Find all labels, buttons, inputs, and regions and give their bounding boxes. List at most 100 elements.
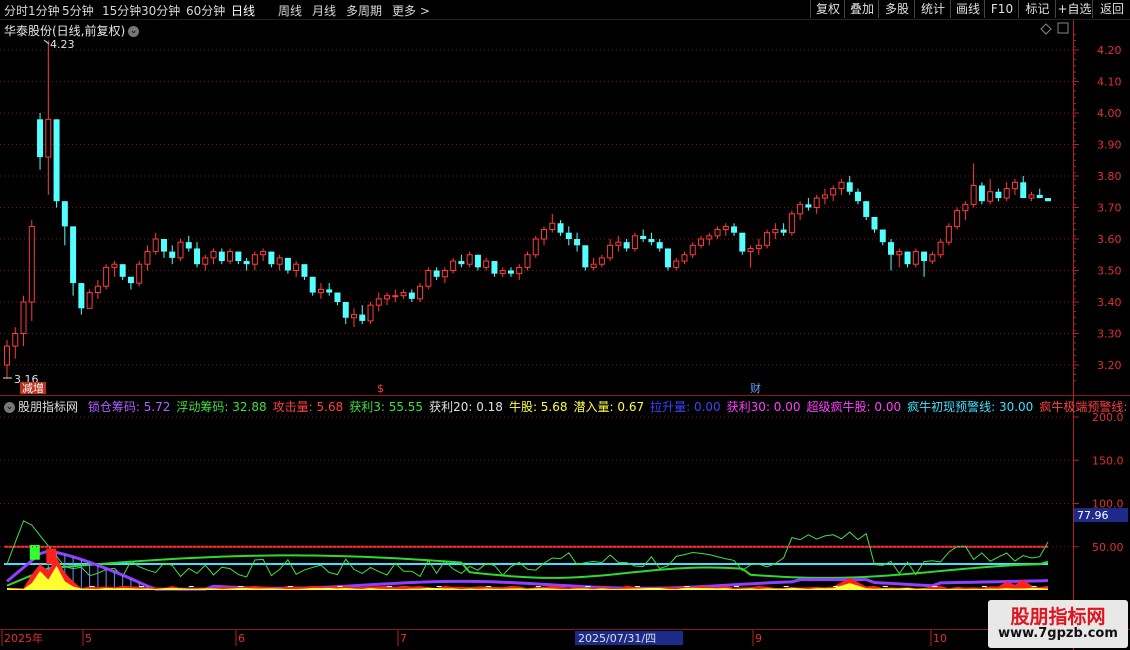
price-tick-label: 4.10 [1097, 76, 1122, 89]
candle-body [433, 270, 440, 277]
candle-body [507, 270, 514, 274]
candle-body [962, 203, 969, 212]
candle-body [491, 261, 498, 274]
candle-body [541, 229, 548, 240]
candle-body [788, 213, 795, 234]
candle-body [499, 270, 506, 275]
candle-body [698, 238, 704, 246]
indicator-item-7: 拉升量: 0.00 [650, 400, 721, 414]
price-tick-label: 3.20 [1097, 359, 1122, 372]
candle-body [954, 210, 961, 227]
candle-body [4, 345, 10, 366]
locked-chips-line [6, 549, 1049, 591]
candle-body [846, 182, 853, 192]
candle-body [722, 225, 729, 231]
candle-body [681, 254, 688, 262]
diamond-icon [1040, 23, 1052, 35]
time-label: 5 [85, 632, 92, 645]
candle-body [524, 254, 531, 268]
candle-body [28, 225, 35, 303]
indicator-item-4: 获利20: 0.18 [429, 400, 503, 414]
chevron-down-icon[interactable]: ⌄ [4, 402, 15, 413]
candle-body [854, 191, 861, 202]
ind-tick-label: 150.0 [1092, 454, 1124, 467]
watermark-url: www.7gpzb.com [998, 626, 1118, 641]
candle-body [648, 239, 655, 243]
candle-body [565, 232, 572, 239]
candle-body [664, 248, 671, 268]
candle-body [813, 197, 820, 209]
candle-body [731, 226, 738, 233]
candle-body [1045, 198, 1051, 202]
candle-body [326, 289, 333, 293]
candle-body [764, 232, 771, 246]
indicator-item-3: 获利3: 55.55 [349, 400, 424, 414]
candle-body [582, 245, 589, 268]
candle-body [863, 201, 870, 217]
candle-body [342, 302, 349, 318]
price-tick-label: 3.80 [1097, 170, 1122, 183]
candle-body [160, 239, 167, 252]
candle-body [458, 261, 465, 265]
candle-body [210, 251, 217, 259]
candle-body [317, 288, 324, 294]
candle-body [483, 260, 490, 268]
candle-body [194, 248, 201, 265]
candle-body [780, 229, 787, 233]
candle-body [351, 314, 357, 319]
current-value: 77.96 [1077, 509, 1109, 522]
candle-body [706, 235, 713, 240]
candle-body [995, 191, 1002, 199]
candle-body [276, 257, 283, 265]
event-mark-2: 财 [750, 381, 761, 395]
candle-body [243, 261, 250, 265]
candle-body [1020, 182, 1027, 199]
candle-body [1036, 194, 1043, 199]
candle-body [417, 285, 424, 300]
candle-body [251, 254, 258, 265]
candle-body [70, 226, 77, 284]
candle-body [78, 283, 85, 309]
candle-body [202, 257, 209, 265]
candle-body [392, 295, 399, 298]
candle-body [598, 257, 605, 265]
candle-body [284, 257, 291, 271]
candle-body [772, 229, 779, 234]
candle-body [623, 242, 630, 249]
candle-body [136, 263, 143, 284]
candle-body [1011, 181, 1018, 190]
candle-body [607, 244, 614, 259]
candle-body [218, 251, 225, 262]
watermark-title: 股朋指标网 [1010, 606, 1106, 628]
ind-tick-label: 50.00 [1092, 541, 1124, 554]
candle-body [970, 184, 977, 205]
chart-canvas[interactable]: 4.233.16减增 $ 财 4.204.104.003.903.803.703.6… [0, 0, 1130, 650]
candle-body [367, 304, 374, 322]
candle-body [20, 301, 27, 334]
candle-body [127, 276, 134, 284]
indicator-legend[interactable]: ⌄ 股朋指标网 锁仓筹码: 5.72 浮动筹码: 32.88 攻击量: 5.68 获利3… [4, 398, 1130, 415]
candle-body [689, 244, 696, 256]
candle-body [821, 194, 828, 199]
candle-body [450, 260, 457, 271]
indicator-item-0: 锁仓筹码: 5.72 [87, 400, 171, 414]
candle-body [94, 285, 101, 294]
event-mark-1: $ [377, 382, 384, 395]
time-label: 6 [238, 632, 245, 645]
settings-icon [1057, 22, 1069, 34]
signal-block-red [46, 548, 57, 565]
candle-body [119, 264, 126, 277]
candle-body [1003, 188, 1010, 199]
watermark-logo: 股朋指标网 www.7gpzb.com [988, 600, 1128, 648]
candle-body [334, 292, 341, 302]
candle-body [937, 241, 944, 256]
candle-body [838, 181, 845, 190]
candle-body [879, 229, 886, 243]
candle-body [532, 238, 539, 256]
price-tick-label: 3.30 [1097, 328, 1122, 341]
candle-body [268, 251, 275, 265]
candle-body [805, 204, 812, 208]
high-price-label: 4.23 [50, 38, 75, 51]
candle-body [912, 251, 919, 265]
price-axis: 4.20 4.10 4.00 3.90 3.80 3.70 3.60 3.50 3.40 3.30… [1040, 22, 1122, 382]
